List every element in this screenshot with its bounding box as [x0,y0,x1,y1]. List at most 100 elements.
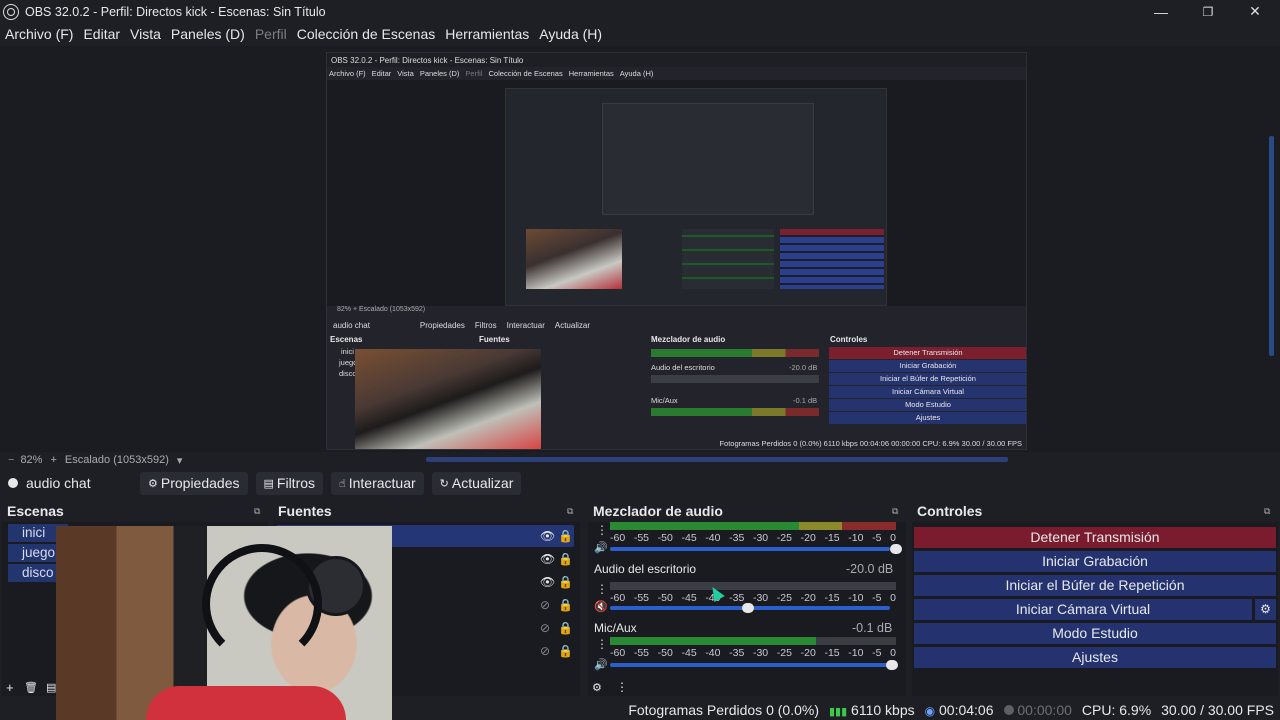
rec-time: 00:00:00 [1003,702,1072,718]
volume-icon[interactable]: 🔊 [594,541,608,554]
refresh-icon: ↻ [439,477,449,490]
selected-source-name: audio chat [26,475,91,491]
webcam-overlay [56,526,392,720]
sources-dock-title: Fuentes [278,503,332,519]
start-replay-buffer-button[interactable]: Iniciar el Búfer de Repetición [914,575,1276,596]
eye-icon[interactable]: 👁 [540,552,555,566]
inner-menu-bar: Archivo (F) Editar Vista Paneles (D) Perfil C… [329,69,654,78]
signal-icon: ▮▮▮ [828,706,848,718]
lock-icon[interactable]: 🔒 [558,644,573,658]
meter-scale: -60 -55 -50 -45 -40 -35 -30 -25 -20 -15 -10 -5 0 [610,592,896,604]
eye-hidden-icon[interactable]: ⊘ [540,598,550,612]
properties-button[interactable]: ⚙ Propiedades [140,471,248,495]
inner-source-toolbar: audio chat Propiedades Filtros Interactu… [333,320,590,330]
scaling-dropdown-icon[interactable]: ▾ [177,454,183,467]
zoom-minus-icon[interactable]: − [8,454,14,466]
zoom-plus-button[interactable]: + [50,454,56,466]
inner-docks: Escenas Fuentes Mezclador de audio Contr… [327,333,1026,449]
headset-image [202,544,322,664]
pointer-icon: ☝ [339,477,346,490]
eye-hidden-icon[interactable]: ⊘ [540,644,550,658]
scenes-undock-icon[interactable]: ⧉ [254,506,260,517]
inner-preview [327,80,1026,306]
interact-button[interactable]: ☝ Interactuar [331,471,424,495]
mixer-undock-icon[interactable]: ⧉ [892,506,898,517]
start-virtual-camera-button[interactable]: Iniciar Cámara Virtual [914,599,1252,620]
menu-vista[interactable]: Vista [125,23,166,46]
mixer-dock-title: Mezclador de audio [593,503,723,519]
restore-button[interactable]: ❐ [1185,0,1231,23]
lock-icon[interactable]: 🔒 [558,529,573,543]
level-meter [610,637,896,645]
meter-scale: -60 -55 -50 -45 -40 -35 -30 -25 -20 -15 -10 -5 0 [610,532,896,544]
scaling-label: Escalado (1053x592) [64,454,169,466]
controls-undock-icon[interactable]: ⧉ [1264,506,1270,517]
eye-hidden-icon[interactable]: ⊘ [540,621,550,635]
preview-vertical-scrollbar[interactable] [1269,136,1274,356]
settings-button[interactable]: Ajustes [914,647,1276,668]
inner-zoom-strip: 82% + Escalado (1053x592) [337,306,426,313]
mixer-channel: -60 -55 -50 -45 -40 -35 -30 -25 -20 -15 -10 -5 0 [596,582,896,613]
filters-scene-icon[interactable]: ▤ [46,681,56,694]
lock-icon[interactable]: 🔒 [558,575,573,589]
mixer-channel: -60 -55 -50 -45 -40 -35 -30 -25 -20 -15 -10 -5 0 [596,637,898,670]
refresh-button[interactable]: ↻ Actualizar [431,471,522,495]
muted-speaker-icon[interactable]: 🔇 [594,600,608,613]
add-scene-button[interactable]: + [6,680,14,695]
volume-icon[interactable]: 🔊 [594,658,608,671]
window-title: OBS 32.0.2 - Perfil: Directos kick - Esc… [25,4,326,19]
preview-horizontal-scrollbar[interactable] [426,457,1008,462]
menu-ayuda[interactable]: Ayuda (H) [534,23,607,46]
selected-source: audio chat [0,475,140,491]
obs-logo-icon [3,3,19,20]
record-icon [1003,705,1014,715]
filter-icon: ▤ [263,477,274,490]
status-bar: Fotogramas Perdidos 0 (0.0%) ▮▮▮ 6110 kb… [0,700,1280,720]
fps-status: 30.00 / 30.00 FPS [1161,702,1274,718]
inner-status-bar: Fotogramas Perdidos 0 (0.0%) 6110 kbps 0… [719,439,1022,448]
stop-stream-button[interactable]: Detener Transmisión [914,527,1276,548]
menu-editar[interactable]: Editar [78,23,125,46]
minimize-button[interactable]: — [1138,0,1184,23]
mixer-channel-db: -20.0 dB [846,562,894,576]
mixer-settings-icon[interactable]: ⚙ [592,681,602,694]
volume-slider[interactable] [610,544,902,554]
inner-window-title: OBS 32.0.2 - Perfil: Directos kick - Esc… [327,53,1026,67]
mixer-channel-name: Audio del escritorio [594,562,697,576]
virtual-camera-settings-gear-icon[interactable]: ⚙ [1255,599,1276,620]
menu-paneles[interactable]: Paneles (D) [166,23,250,46]
close-button[interactable]: ✕ [1232,0,1278,23]
volume-slider[interactable] [610,660,898,670]
scenes-dock-title: Escenas [7,503,64,519]
level-meter [610,582,896,590]
preview-area[interactable]: OBS 32.0.2 - Perfil: Directos kick - Esc… [0,46,1280,452]
level-meter [610,522,896,530]
mixer-menu-icon[interactable]: ⋮ [616,680,628,694]
menu-archivo[interactable]: Archivo (F) [0,23,78,46]
menu-coleccion-escenas[interactable]: Colección de Escenas [292,23,441,46]
menu-perfil[interactable]: Perfil [250,23,292,46]
trash-icon[interactable]: 🗑 [24,681,38,694]
gear-icon: ⚙ [148,477,158,490]
menu-herramientas[interactable]: Herramientas [440,23,534,46]
dropped-frames: Fotogramas Perdidos 0 (0.0%) [628,702,819,718]
lock-icon[interactable]: 🔒 [558,598,573,612]
bitrate-status: ▮▮▮ 6110 kbps [828,702,915,718]
title-bar: OBS 32.0.2 - Perfil: Directos kick - Esc… [0,0,1280,23]
eye-icon[interactable]: 👁 [540,529,555,543]
volume-slider[interactable] [610,603,890,613]
start-recording-button[interactable]: Iniciar Grabación [914,551,1276,572]
studio-mode-button[interactable]: Modo Estudio [914,623,1276,644]
menu-bar: Archivo (F) Editar Vista Paneles (D) Per… [0,23,1280,46]
meter-scale: -60 -55 -50 -45 -40 -35 -30 -25 -20 -15 -10 -5 0 [610,647,896,659]
program-preview[interactable]: OBS 32.0.2 - Perfil: Directos kick - Esc… [326,52,1027,450]
controls-dock-title: Controles [917,503,983,519]
filters-button[interactable]: ▤ Filtros [255,471,324,495]
sources-undock-icon[interactable]: ⧉ [567,506,573,517]
source-toolbar: audio chat ⚙ Propiedades ▤ Filtros ☝ Intera… [0,470,1280,496]
mixer-channel-name: Mic/Aux [594,621,637,635]
lock-icon[interactable]: 🔒 [558,621,573,635]
mixer-channel: -60 -55 -50 -45 -40 -35 -30 -25 -20 -15 -10 -5 0 [596,522,902,556]
lock-icon[interactable]: 🔒 [558,552,573,566]
eye-icon[interactable]: 👁 [540,575,555,589]
